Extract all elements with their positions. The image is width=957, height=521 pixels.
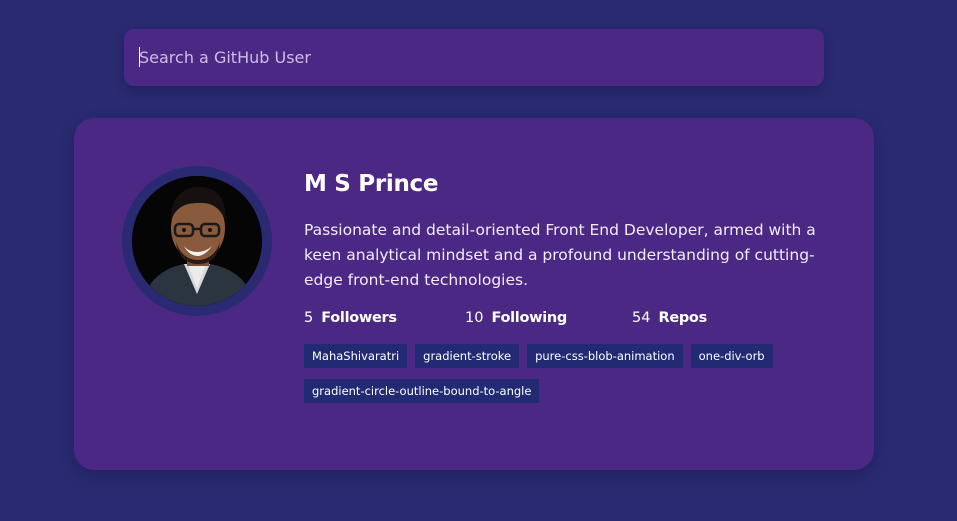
search-form <box>124 29 824 86</box>
repo-list: MahaShivaratri gradient-stroke pure-css-… <box>304 344 824 414</box>
avatar <box>132 176 262 306</box>
repo-link[interactable]: MahaShivaratri <box>304 344 408 368</box>
user-bio: Passionate and detail-oriented Front End… <box>304 221 816 289</box>
followers-label: Followers <box>321 310 397 326</box>
profile-info: M S Prince Passionate and detail-oriente… <box>304 168 844 414</box>
profile-card: M S Prince Passionate and detail-oriente… <box>74 118 874 470</box>
repo-link[interactable]: gradient-circle-outline-bound-to-angle <box>304 379 540 403</box>
stat-followers: 5 Followers <box>304 310 465 326</box>
text-cursor <box>139 47 140 67</box>
following-label: Following <box>491 310 568 326</box>
user-name: M S Prince <box>304 171 439 197</box>
followers-count: 5 <box>304 310 314 326</box>
repo-link[interactable]: gradient-stroke <box>415 344 520 368</box>
app-page: M S Prince Passionate and detail-oriente… <box>0 0 957 521</box>
avatar-frame <box>122 166 272 316</box>
search-input[interactable] <box>139 29 824 86</box>
repo-link[interactable]: pure-css-blob-animation <box>527 344 683 368</box>
repos-label: Repos <box>658 310 707 326</box>
user-avatar-photo-icon <box>132 176 262 306</box>
user-stats: 5 Followers 10 Following 54 Repos <box>304 310 844 326</box>
following-count: 10 <box>465 310 484 326</box>
repos-count: 54 <box>632 310 651 326</box>
repo-link[interactable]: one-div-orb <box>690 344 773 368</box>
stat-repos: 54 Repos <box>632 310 707 326</box>
stat-following: 10 Following <box>465 310 632 326</box>
